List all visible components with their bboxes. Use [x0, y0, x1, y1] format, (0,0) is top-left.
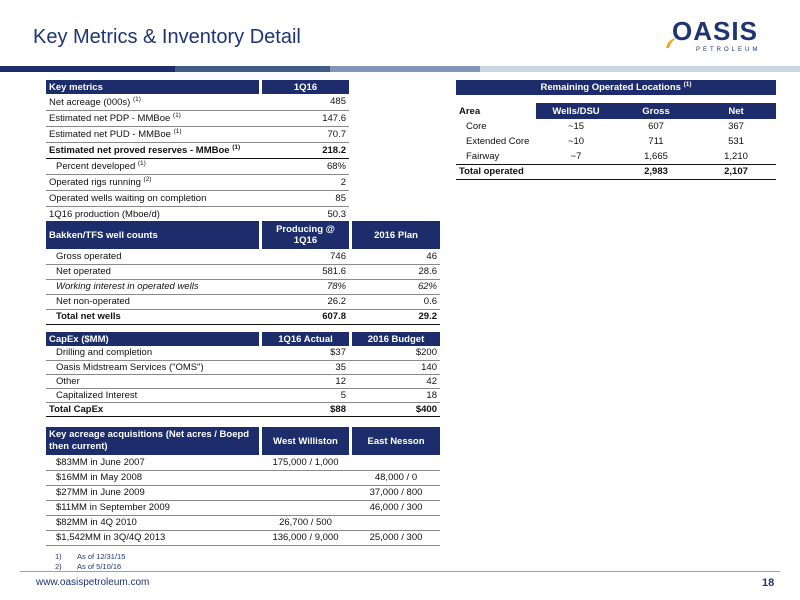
table-total-row: Total CapEx $88 $400: [46, 401, 440, 417]
table-row: Working interest in operated wells 78% 6…: [46, 279, 440, 295]
table-row: Gross operated 746 46: [46, 249, 440, 265]
oasis-logo: OASIS PETROLEUM: [664, 16, 776, 60]
logo-name: OASIS: [672, 16, 758, 46]
aq-header-label: Key acreage acquisitions (Net acres / Bo…: [46, 427, 259, 455]
table-row: Percent developed (1) 68%: [46, 158, 349, 175]
table-row: Net non-operated 26.2 0.6: [46, 294, 440, 310]
table-row: Drilling and completion $37 $200: [46, 346, 440, 361]
table-row: 1Q16 production (Mboe/d) 50.3: [46, 206, 349, 223]
table-row: Estimated net proved reserves - MMBoe (1…: [46, 142, 349, 159]
remaining-locations-table: Remaining Operated Locations (1) Area We…: [456, 80, 777, 180]
aq-header-west: West Williston: [262, 427, 349, 455]
ro-title: Remaining Operated Locations (1): [456, 80, 777, 95]
table-row: Capitalized Interest 5 18: [46, 388, 440, 403]
footer-url-link[interactable]: www.oasispetroleum.com: [36, 577, 149, 588]
cx-header-label: CapEx ($MM): [46, 332, 259, 346]
page-title: Key Metrics & Inventory Detail: [33, 26, 301, 48]
table-row: Extended Core ~10 711 531: [466, 136, 744, 147]
key-metrics-table: Key metrics 1Q16 Net acreage (000s) (1) …: [46, 80, 349, 223]
table-row: $1,542MM in 3Q/4Q 2013 136,000 / 9,000 2…: [46, 530, 440, 546]
km-header-label: Key metrics: [46, 80, 259, 94]
table-row: Fairway ~7 1,665 1,210: [466, 150, 748, 162]
footnotes: 1) As of 12/31/15 2) As of 5/10/16: [55, 552, 125, 572]
page-number: 18: [762, 577, 775, 589]
km-header-period: 1Q16: [262, 80, 349, 94]
table-row: Other 12 42: [46, 374, 440, 389]
bk-header-label: Bakken/TFS well counts: [46, 221, 259, 249]
bk-header-plan: 2016 Plan: [352, 221, 440, 249]
footnote: 1) As of 12/31/15: [55, 552, 126, 561]
table-total-row: Total operated 2,983 2,107: [456, 163, 777, 180]
table-row: Operated rigs running (2) 2: [46, 174, 349, 191]
ro-col-wells: Wells/DSU: [536, 103, 616, 119]
bk-header-producing: Producing @ 1Q16: [262, 221, 349, 249]
table-row: $83MM in June 2007 175,000 / 1,000: [46, 455, 440, 471]
capex-table: CapEx ($MM) 1Q16 Actual 2016 Budget Dril…: [46, 332, 440, 417]
table-row: $16MM in May 2008 48,000 / 0: [46, 470, 440, 486]
table-row: Net acreage (000s) (1) 485: [46, 94, 349, 111]
table-row: Net operated 581.6 28.6: [46, 264, 440, 280]
table-row: Operated wells waiting on completion 85: [46, 190, 349, 207]
logo-sub: PETROLEUM: [696, 47, 761, 53]
ro-col-net: Net: [696, 103, 777, 119]
header-color-bar: [0, 66, 800, 72]
table-row: Estimated net PDP - MMBoe (1) 147.6: [46, 110, 349, 127]
table-row: $11MM in September 2009 46,000 / 300: [46, 500, 440, 516]
table-row: Oasis Midstream Services ("OMS") 35 140: [46, 360, 440, 375]
table-total-row: Total net wells 607.8 29.2: [46, 309, 440, 325]
ro-col-area: Area: [456, 103, 536, 119]
table-row: Core ~15 607 367: [466, 121, 744, 132]
acreage-acquisitions-table: Key acreage acquisitions (Net acres / Bo…: [46, 427, 440, 546]
table-row: $27MM in June 2009 37,000 / 800: [46, 485, 440, 501]
cx-header-actual: 1Q16 Actual: [262, 332, 349, 346]
table-row: $82MM in 4Q 2010 26,700 / 500: [46, 515, 440, 531]
table-row: Estimated net PUD - MMBoe (1) 70.7: [46, 126, 349, 143]
cx-header-budget: 2016 Budget: [352, 332, 440, 346]
footer-divider: [20, 571, 780, 572]
ro-col-gross: Gross: [616, 103, 696, 119]
bakken-well-counts-table: Bakken/TFS well counts Producing @ 1Q16 …: [46, 221, 440, 325]
aq-header-east: East Nesson: [352, 427, 440, 455]
